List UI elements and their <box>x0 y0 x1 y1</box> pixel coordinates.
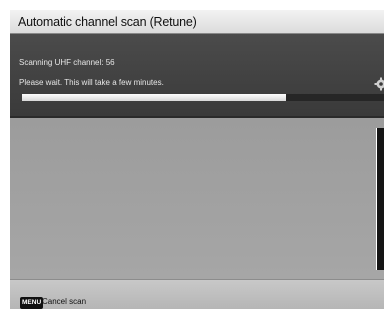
scan-status-panel: Scanning UHF channel: 56 Please wait. Th… <box>10 34 384 118</box>
wait-message: Please wait. This will take a few minute… <box>19 78 164 87</box>
cancel-scan-button[interactable]: Cancel scan <box>42 297 86 306</box>
tv-screen: Automatic channel scan (Retune) Scanning… <box>10 10 384 309</box>
scan-progress-fill <box>22 94 286 101</box>
scan-status-text: Scanning UHF channel: 56 <box>19 58 115 67</box>
menu-key-badge: MENU <box>20 297 44 309</box>
footer-bar: MENU Cancel scan <box>10 279 384 309</box>
side-frame <box>376 128 384 270</box>
title-bar: Automatic channel scan (Retune) <box>10 10 384 34</box>
channel-preview-area <box>10 118 384 279</box>
gear-icon <box>374 77 384 91</box>
scan-progress-bar <box>22 94 384 101</box>
page-title: Automatic channel scan (Retune) <box>18 15 197 29</box>
